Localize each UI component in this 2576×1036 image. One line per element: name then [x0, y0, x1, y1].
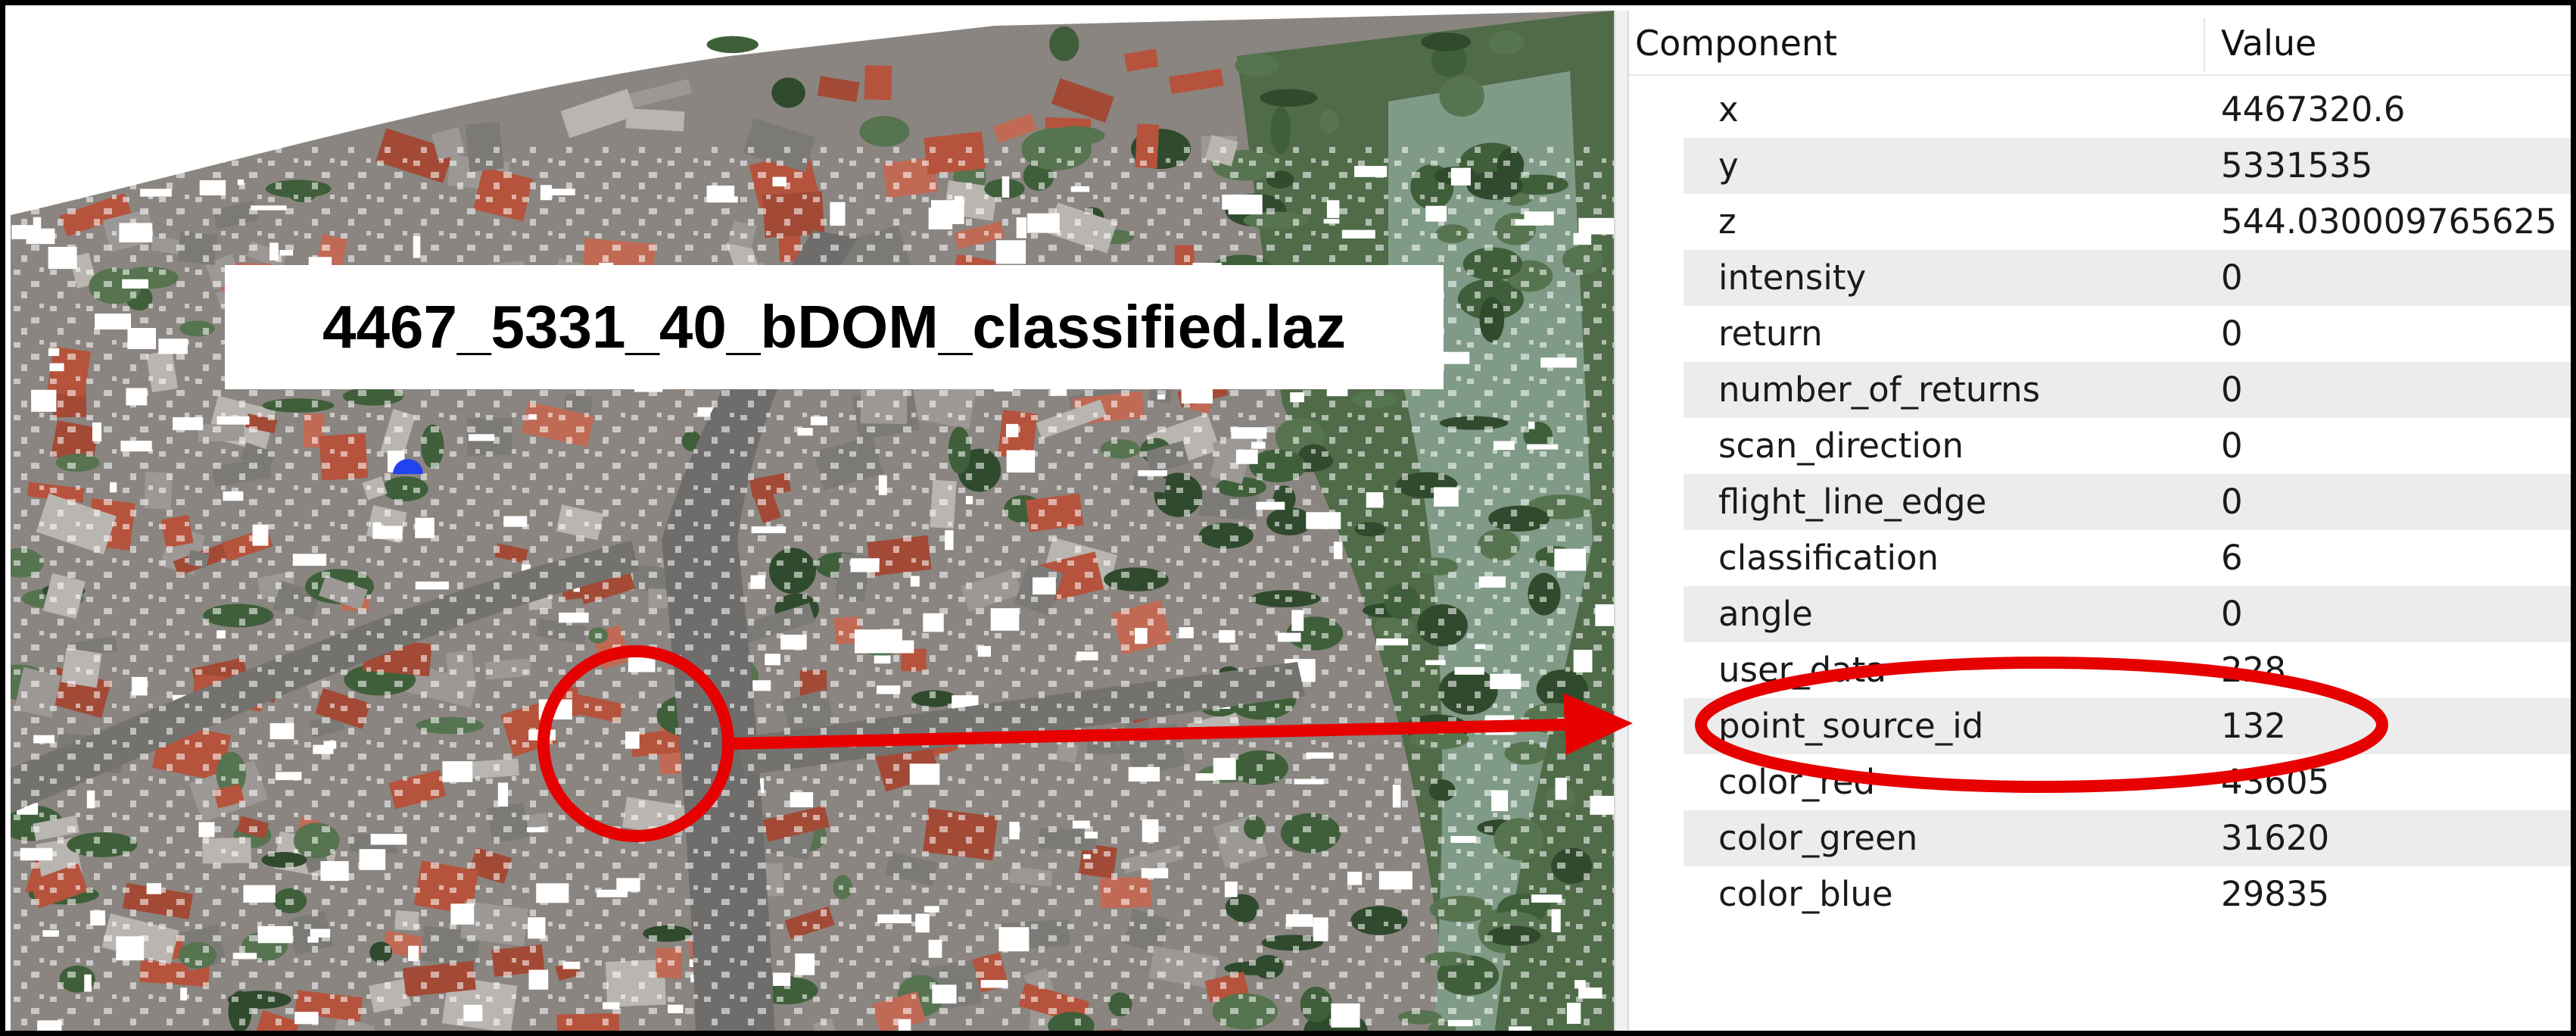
table-row[interactable]: z 544.030009765625: [1629, 194, 2571, 250]
component-name-cell: color_blue: [1718, 874, 1893, 914]
component-value-cell: 29835: [2221, 874, 2330, 914]
component-value-cell: 6: [2221, 538, 2243, 578]
panel-splitter[interactable]: [1614, 11, 1629, 1031]
table-row[interactable]: color_blue 29835: [1629, 866, 2571, 922]
component-name-cell: user_data: [1718, 650, 1887, 690]
component-name-cell: angle: [1718, 594, 1813, 634]
component-name-cell: classification: [1718, 538, 1939, 578]
component-name-cell: number_of_returns: [1718, 370, 2041, 410]
table-row[interactable]: intensity 0: [1629, 250, 2571, 306]
component-value-cell: 544.030009765625: [2221, 201, 2557, 242]
component-value-cell: 132: [2221, 706, 2286, 746]
component-name-cell: scan_direction: [1718, 426, 1964, 466]
column-divider[interactable]: [2204, 18, 2205, 71]
component-name-cell: point_source_id: [1718, 706, 1984, 746]
component-name-cell: flight_line_edge: [1718, 482, 1987, 522]
table-header: Component Value: [1629, 11, 2571, 76]
row-background: [1684, 586, 2571, 642]
component-name-cell: return: [1718, 314, 1823, 354]
column-header-component[interactable]: Component: [1635, 11, 1837, 76]
table-row[interactable]: flight_line_edge 0: [1629, 474, 2571, 530]
table-row[interactable]: scan_direction 0: [1629, 418, 2571, 474]
component-name-cell: y: [1718, 145, 1739, 186]
component-value-cell: 0: [2221, 314, 2243, 354]
component-value-cell: 0: [2221, 482, 2243, 522]
table-row[interactable]: x 4467320.6: [1629, 82, 2571, 138]
table-row[interactable]: user_data 228: [1629, 642, 2571, 698]
table-row[interactable]: point_source_id 132: [1629, 698, 2571, 754]
component-name-cell: color_red: [1718, 762, 1876, 802]
component-value-cell: 0: [2221, 257, 2243, 298]
table-row[interactable]: return 0: [1629, 306, 2571, 362]
component-value-cell: 0: [2221, 370, 2243, 410]
table-row[interactable]: number_of_returns 0: [1629, 362, 2571, 418]
component-name-cell: x: [1718, 89, 1739, 130]
screenshot-frame: 4467_5331_40_bDOM_classified.laz Compone…: [0, 0, 2576, 1036]
component-name-cell: color_green: [1718, 818, 1918, 858]
component-name-cell: z: [1718, 201, 1737, 242]
table-row[interactable]: angle 0: [1629, 586, 2571, 642]
component-value-cell: 228: [2221, 650, 2286, 690]
table-row[interactable]: color_red 43605: [1629, 754, 2571, 810]
column-header-value[interactable]: Value: [2221, 11, 2316, 76]
attribute-rows: x 4467320.6 y 5331535 z 544.030009765625 inten…: [1629, 82, 2571, 922]
row-background: [1684, 138, 2571, 194]
component-value-cell: 43605: [2221, 762, 2330, 802]
table-row[interactable]: y 5331535: [1629, 138, 2571, 194]
component-value-cell: 4467320.6: [2221, 89, 2406, 130]
component-name-cell: intensity: [1718, 257, 1867, 298]
table-row[interactable]: color_green 31620: [1629, 810, 2571, 866]
component-value-cell: 0: [2221, 594, 2243, 634]
file-name-label: 4467_5331_40_bDOM_classified.laz: [225, 265, 1444, 389]
component-value-cell: 31620: [2221, 818, 2330, 858]
point-attributes-panel: Component Value x 4467320.6 y 5331535 z 544.0…: [1629, 11, 2571, 1031]
point-cloud-render: [11, 11, 1614, 1031]
component-value-cell: 0: [2221, 426, 2243, 466]
table-row[interactable]: classification 6: [1629, 530, 2571, 586]
component-value-cell: 5331535: [2221, 145, 2373, 186]
point-cloud-viewport[interactable]: [11, 11, 1614, 1031]
row-background: [1684, 82, 2571, 138]
